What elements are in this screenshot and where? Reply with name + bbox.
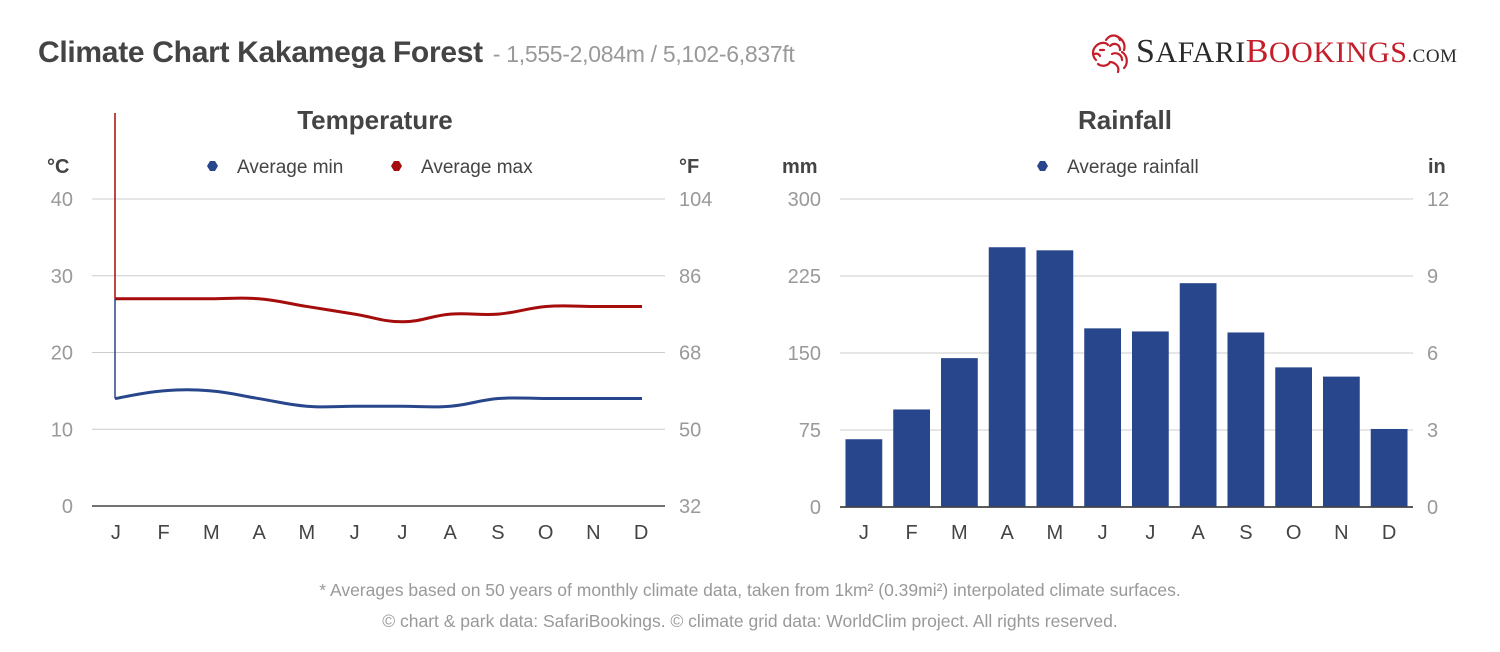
temperature-legend: Average min Average max (207, 157, 533, 178)
x-tick-label: A (1191, 522, 1205, 544)
x-tick-label: J (1098, 522, 1108, 544)
legend-rainfall-label[interactable]: Average rainfall (1067, 157, 1199, 178)
x-tick-label: F (158, 522, 170, 544)
rainfall-bar[interactable] (1370, 428, 1408, 507)
rainfall-bar[interactable] (1084, 328, 1122, 507)
x-tick-label: D (1382, 522, 1396, 544)
y-tick-right: 12 (1427, 189, 1449, 211)
rainfall-bar[interactable] (988, 247, 1026, 507)
legend-min-marker-icon (207, 161, 218, 171)
x-tick-label: M (951, 522, 968, 544)
temperature-chart: Temperature °C °F Average min Average ma… (47, 105, 712, 544)
x-tick-label: M (299, 522, 316, 544)
rainfall-bar[interactable] (845, 439, 883, 507)
mm-axis-label: mm (782, 156, 818, 178)
y-tick-left: 0 (62, 496, 73, 518)
y-tick-left: 150 (788, 343, 821, 365)
rainfall-bar[interactable] (1131, 331, 1169, 507)
x-tick-label: J (1145, 522, 1155, 544)
legend-max-label[interactable]: Average max (421, 157, 533, 178)
y-tick-right: 86 (679, 266, 701, 288)
rainfall-bar[interactable] (1227, 332, 1265, 507)
legend-min-label[interactable]: Average min (237, 157, 343, 178)
rainfall-bar[interactable] (1322, 376, 1360, 507)
y-tick-right: 6 (1427, 343, 1438, 365)
x-tick-label: N (586, 522, 600, 544)
rainfall-bar[interactable] (893, 409, 931, 507)
x-tick-label: O (1286, 522, 1302, 544)
rainfall-title: Rainfall (1078, 105, 1172, 135)
rainfall-bar[interactable] (1179, 283, 1217, 507)
x-tick-label: A (252, 522, 266, 544)
x-tick-label: J (111, 522, 121, 544)
y-tick-right: 0 (1427, 497, 1438, 519)
rainfall-bar[interactable] (1275, 367, 1313, 507)
y-tick-left: 10 (51, 419, 73, 441)
y-tick-left: 225 (788, 266, 821, 288)
x-tick-label: A (1000, 522, 1014, 544)
celsius-axis-label: °C (47, 156, 69, 178)
rainfall-bar[interactable] (940, 358, 978, 507)
y-tick-right: 68 (679, 343, 701, 365)
legend-rainfall-marker-icon (1037, 161, 1048, 171)
x-tick-label: O (538, 522, 554, 544)
temperature-title: Temperature (297, 105, 453, 135)
x-tick-label: J (350, 522, 360, 544)
y-tick-left: 75 (799, 420, 821, 442)
x-tick-label: S (491, 522, 504, 544)
x-tick-label: J (397, 522, 407, 544)
footer-copyright: © chart & park data: SafariBookings. © c… (382, 611, 1118, 631)
y-tick-right: 9 (1427, 266, 1438, 288)
series-line-average-min[interactable] (114, 388, 642, 409)
footer-note: * Averages based on 50 years of monthly … (319, 580, 1181, 600)
y-tick-left: 300 (788, 189, 821, 211)
y-tick-right: 50 (679, 419, 701, 441)
climate-charts: Temperature °C °F Average min Average ma… (47, 105, 1449, 544)
x-tick-label: A (443, 522, 457, 544)
x-tick-label: F (906, 522, 918, 544)
y-tick-right: 32 (679, 496, 701, 518)
rainfall-bar[interactable] (1036, 250, 1074, 508)
y-tick-right: 3 (1427, 420, 1438, 442)
rainfall-legend: Average rainfall (1037, 157, 1199, 178)
x-tick-label: D (634, 522, 648, 544)
inch-axis-label: in (1428, 156, 1446, 178)
y-tick-left: 40 (51, 189, 73, 211)
series-line-average-max[interactable] (115, 296, 642, 324)
x-tick-label: M (203, 522, 220, 544)
fahrenheit-axis-label: °F (679, 156, 699, 178)
x-tick-label: S (1239, 522, 1252, 544)
x-tick-label: M (1047, 522, 1064, 544)
y-tick-right: 104 (679, 189, 712, 211)
y-tick-left: 30 (51, 266, 73, 288)
y-tick-left: 20 (51, 343, 73, 365)
x-tick-label: J (859, 522, 869, 544)
x-tick-label: N (1334, 522, 1348, 544)
y-tick-left: 0 (810, 497, 821, 519)
legend-max-marker-icon (391, 161, 402, 171)
rainfall-chart: Rainfall mm in Average rainfall 0 75 150 22… (782, 105, 1449, 544)
